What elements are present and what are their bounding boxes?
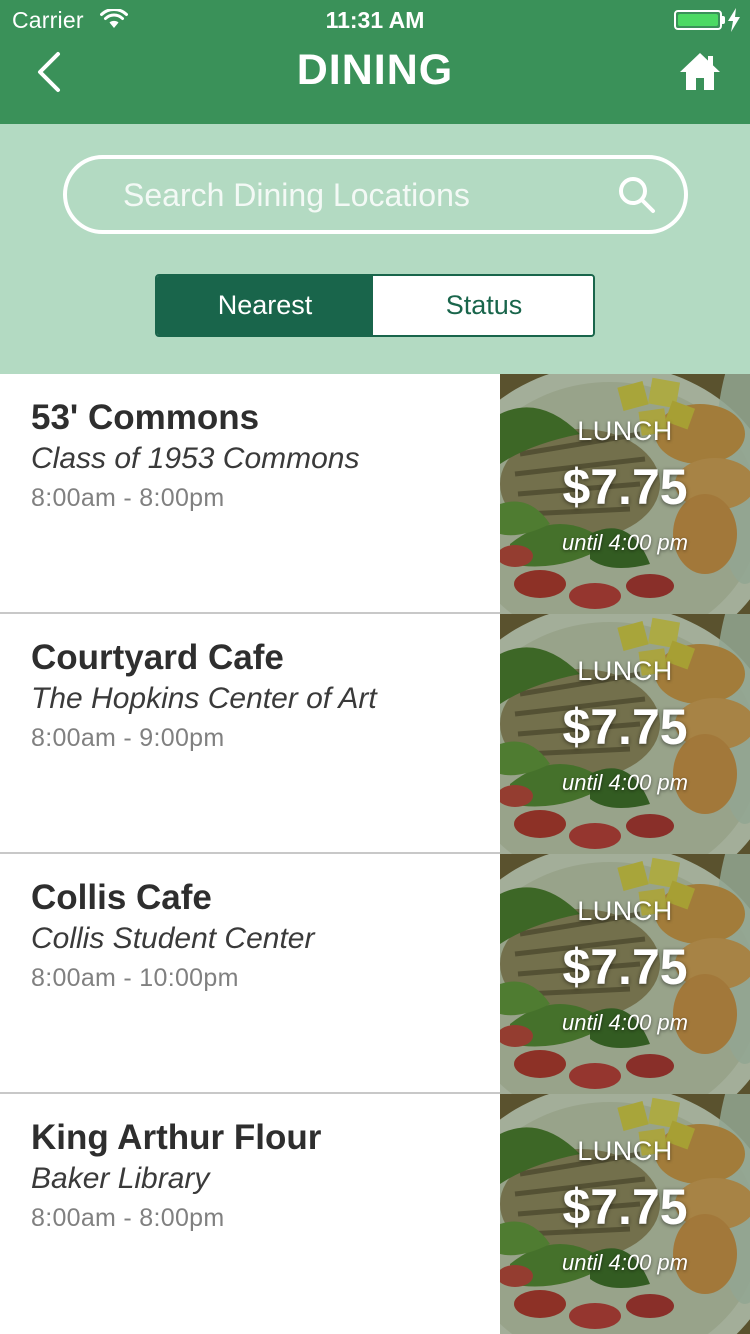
location-name: Collis Cafe	[31, 878, 212, 917]
filter-panel: Nearest Status	[0, 124, 750, 374]
meal-until: until 4:00 pm	[562, 1010, 688, 1035]
meal-price: $7.75	[562, 459, 688, 515]
status-bar: Carrier 11:31 AM	[0, 0, 750, 40]
dining-locations-list: 53' Commons Class of 1953 Commons 8:00am…	[0, 374, 750, 1334]
battery-icon	[674, 10, 722, 30]
battery-level	[678, 14, 718, 26]
list-item[interactable]: 53' Commons Class of 1953 Commons 8:00am…	[0, 374, 750, 614]
charging-bolt-icon	[728, 8, 740, 32]
location-building: Class of 1953 Commons	[31, 442, 360, 475]
location-hours: 8:00am - 8:00pm	[31, 484, 225, 512]
search-bar[interactable]	[63, 155, 688, 234]
top-bar: Carrier 11:31 AM DINING	[0, 0, 750, 124]
meal-period: LUNCH	[577, 1136, 673, 1166]
segment-nearest[interactable]: Nearest	[157, 276, 373, 335]
meal-price: $7.75	[562, 699, 688, 755]
location-hours: 8:00am - 9:00pm	[31, 724, 225, 752]
segment-status[interactable]: Status	[373, 276, 593, 335]
meal-price-tile: LUNCH $7.75 until 4:00 pm	[500, 1094, 750, 1334]
location-name: 53' Commons	[31, 398, 260, 437]
meal-price: $7.75	[562, 939, 688, 995]
meal-price: $7.75	[562, 1179, 688, 1235]
meal-until: until 4:00 pm	[562, 770, 688, 795]
meal-price-tile: LUNCH $7.75 until 4:00 pm	[500, 854, 750, 1094]
list-item[interactable]: Collis Cafe Collis Student Center 8:00am…	[0, 854, 750, 1094]
meal-until: until 4:00 pm	[562, 530, 688, 555]
location-building: Collis Student Center	[31, 922, 315, 955]
location-building: The Hopkins Center of Art	[31, 682, 377, 715]
home-icon	[680, 53, 720, 90]
meal-price-tile: LUNCH $7.75 until 4:00 pm	[500, 614, 750, 854]
battery-tip	[722, 16, 725, 24]
location-building: Baker Library	[31, 1162, 210, 1195]
location-hours: 8:00am - 10:00pm	[31, 964, 239, 992]
meal-period: LUNCH	[577, 416, 673, 446]
location-name: King Arthur Flour	[31, 1118, 322, 1157]
search-icon[interactable]	[617, 175, 657, 215]
meal-until: until 4:00 pm	[562, 1250, 688, 1275]
sort-segmented-control: Nearest Status	[155, 274, 595, 337]
page-title: DINING	[296, 46, 454, 94]
meal-period: LUNCH	[577, 656, 673, 686]
status-time: 11:31 AM	[325, 7, 425, 33]
home-button[interactable]	[676, 48, 724, 96]
search-input[interactable]	[123, 171, 593, 219]
location-hours: 8:00am - 8:00pm	[31, 1204, 225, 1232]
list-item[interactable]: Courtyard Cafe The Hopkins Center of Art…	[0, 614, 750, 854]
meal-period: LUNCH	[577, 896, 673, 926]
location-name: Courtyard Cafe	[31, 638, 284, 677]
list-item[interactable]: King Arthur Flour Baker Library 8:00am -…	[0, 1094, 750, 1334]
meal-price-tile: LUNCH $7.75 until 4:00 pm	[500, 374, 750, 614]
